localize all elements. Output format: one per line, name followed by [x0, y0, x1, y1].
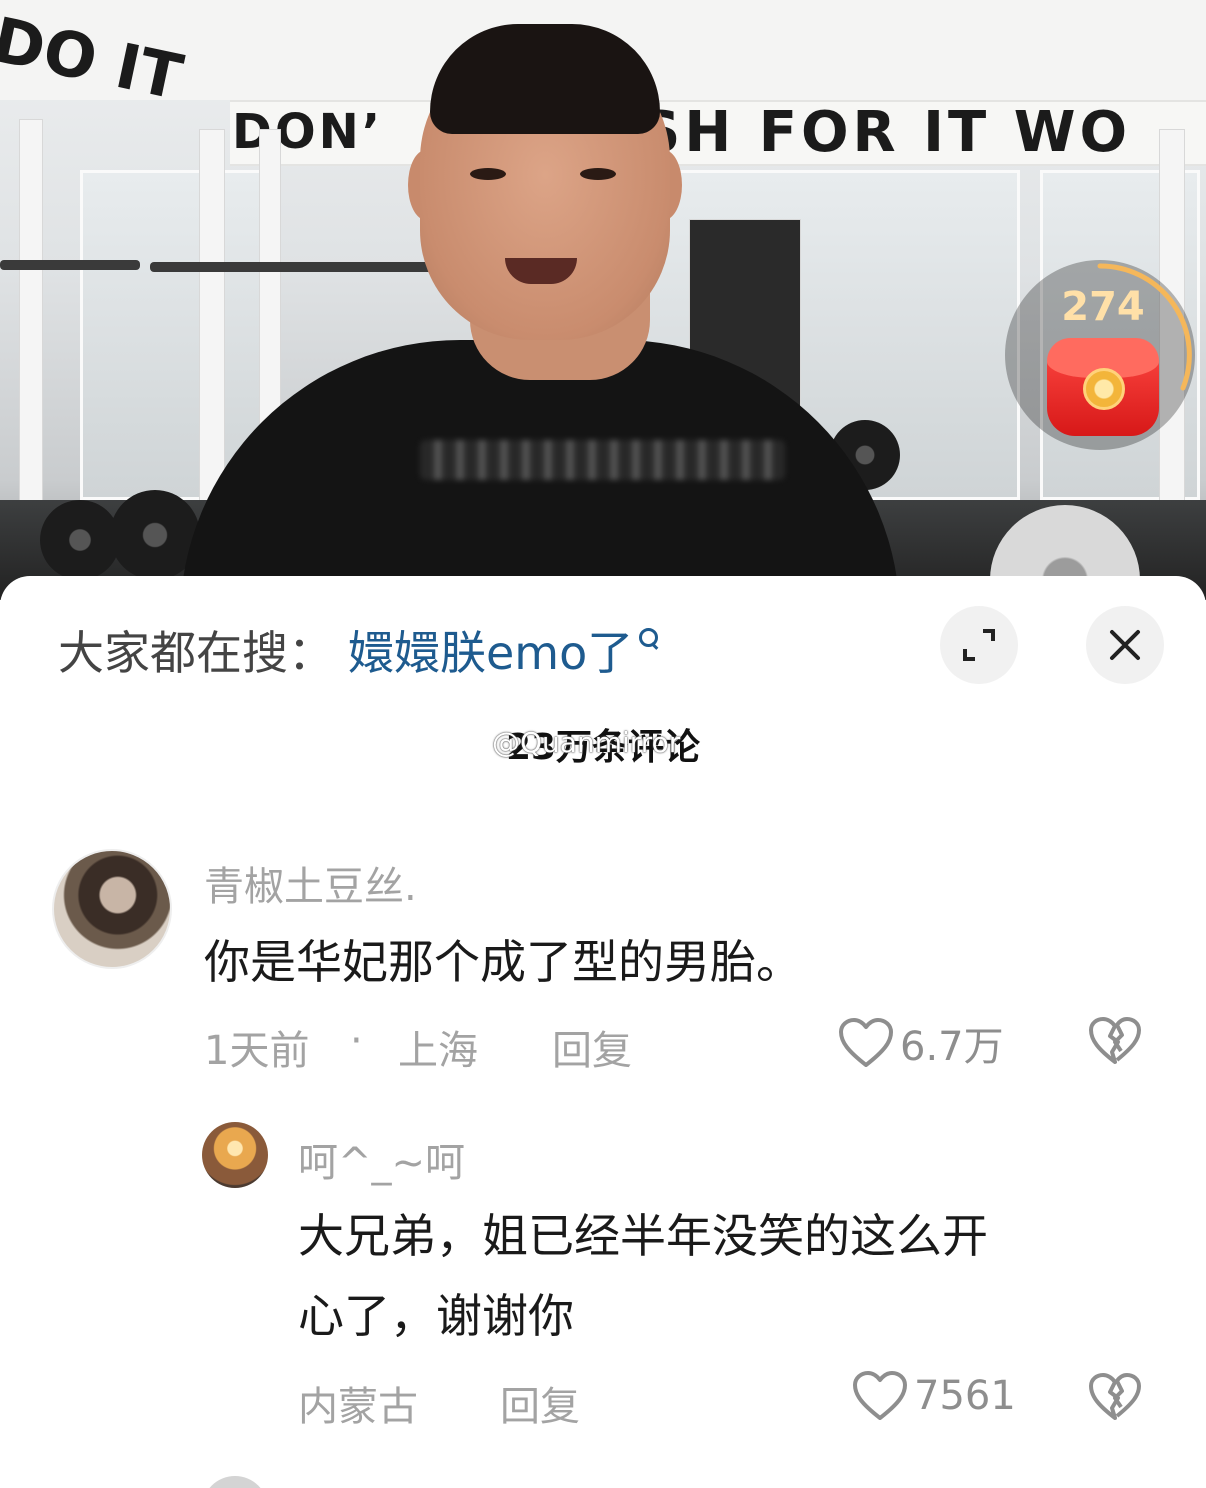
- close-icon: [1110, 630, 1140, 660]
- comment-text: 你是华妃那个成了型的男胎。: [204, 935, 802, 989]
- like-count: 7561: [914, 1373, 1016, 1419]
- presenter-eye: [470, 168, 506, 180]
- comment-username[interactable]: 呵^_~呵: [298, 1130, 465, 1188]
- close-button[interactable]: [1086, 606, 1164, 684]
- video-player[interactable]: DO IT DON’ SH FOR IT WO 274: [0, 0, 1206, 600]
- red-packet-count: 274: [1061, 284, 1145, 330]
- like-button[interactable]: 7561: [852, 1370, 1016, 1422]
- red-packet-icon: [1047, 338, 1159, 436]
- expand-icon: [963, 629, 995, 661]
- trending-search-term[interactable]: 嬛嬛朕emo了: [348, 617, 633, 683]
- dislike-button[interactable]: [1088, 1016, 1142, 1070]
- weight-plate: [40, 500, 120, 580]
- wall-slogan-left: DON’: [232, 104, 384, 160]
- blurred-subtitle: [420, 440, 785, 480]
- red-packet-widget[interactable]: 274: [1005, 260, 1195, 450]
- expand-button[interactable]: [940, 606, 1018, 684]
- like-count: 6.7万: [900, 1024, 1004, 1070]
- reply-button[interactable]: 回复: [552, 1018, 632, 1076]
- squat-rack: [20, 120, 42, 500]
- search-icon[interactable]: [637, 626, 659, 654]
- watermark: @Quanmirror: [492, 726, 681, 759]
- heart-icon: [853, 1371, 907, 1420]
- comment-text: 大兄弟，姐已经半年没笑的这么开: [298, 1209, 988, 1263]
- trending-search-bar[interactable]: 大家都在搜： 嬛嬛朕emo了: [58, 620, 659, 680]
- avatar[interactable]: [202, 1122, 268, 1188]
- reply-button[interactable]: 回复: [500, 1374, 580, 1432]
- comment-time: 1天前: [204, 1028, 310, 1074]
- meta-separator: ·: [350, 1018, 363, 1064]
- comment-location: 上海: [398, 1028, 478, 1074]
- dislike-button[interactable]: [1088, 1372, 1142, 1426]
- broken-heart-icon: [1089, 1017, 1141, 1064]
- barbell: [0, 260, 140, 270]
- presenter-eye: [580, 168, 616, 180]
- trending-search-label: 大家都在搜：: [58, 626, 334, 680]
- squat-rack: [200, 130, 224, 530]
- avatar[interactable]: [52, 849, 172, 969]
- barbell: [150, 262, 440, 272]
- wall-slogan: SH FOR IT WO: [640, 100, 1132, 165]
- comment-username[interactable]: 青椒土豆丝.: [204, 854, 417, 912]
- comment-text: 心了，谢谢你: [298, 1289, 574, 1343]
- broken-heart-icon: [1089, 1373, 1141, 1420]
- like-button[interactable]: 6.7万: [838, 1014, 1004, 1072]
- comment-location: 内蒙古: [298, 1384, 418, 1430]
- heart-icon: [839, 1018, 893, 1067]
